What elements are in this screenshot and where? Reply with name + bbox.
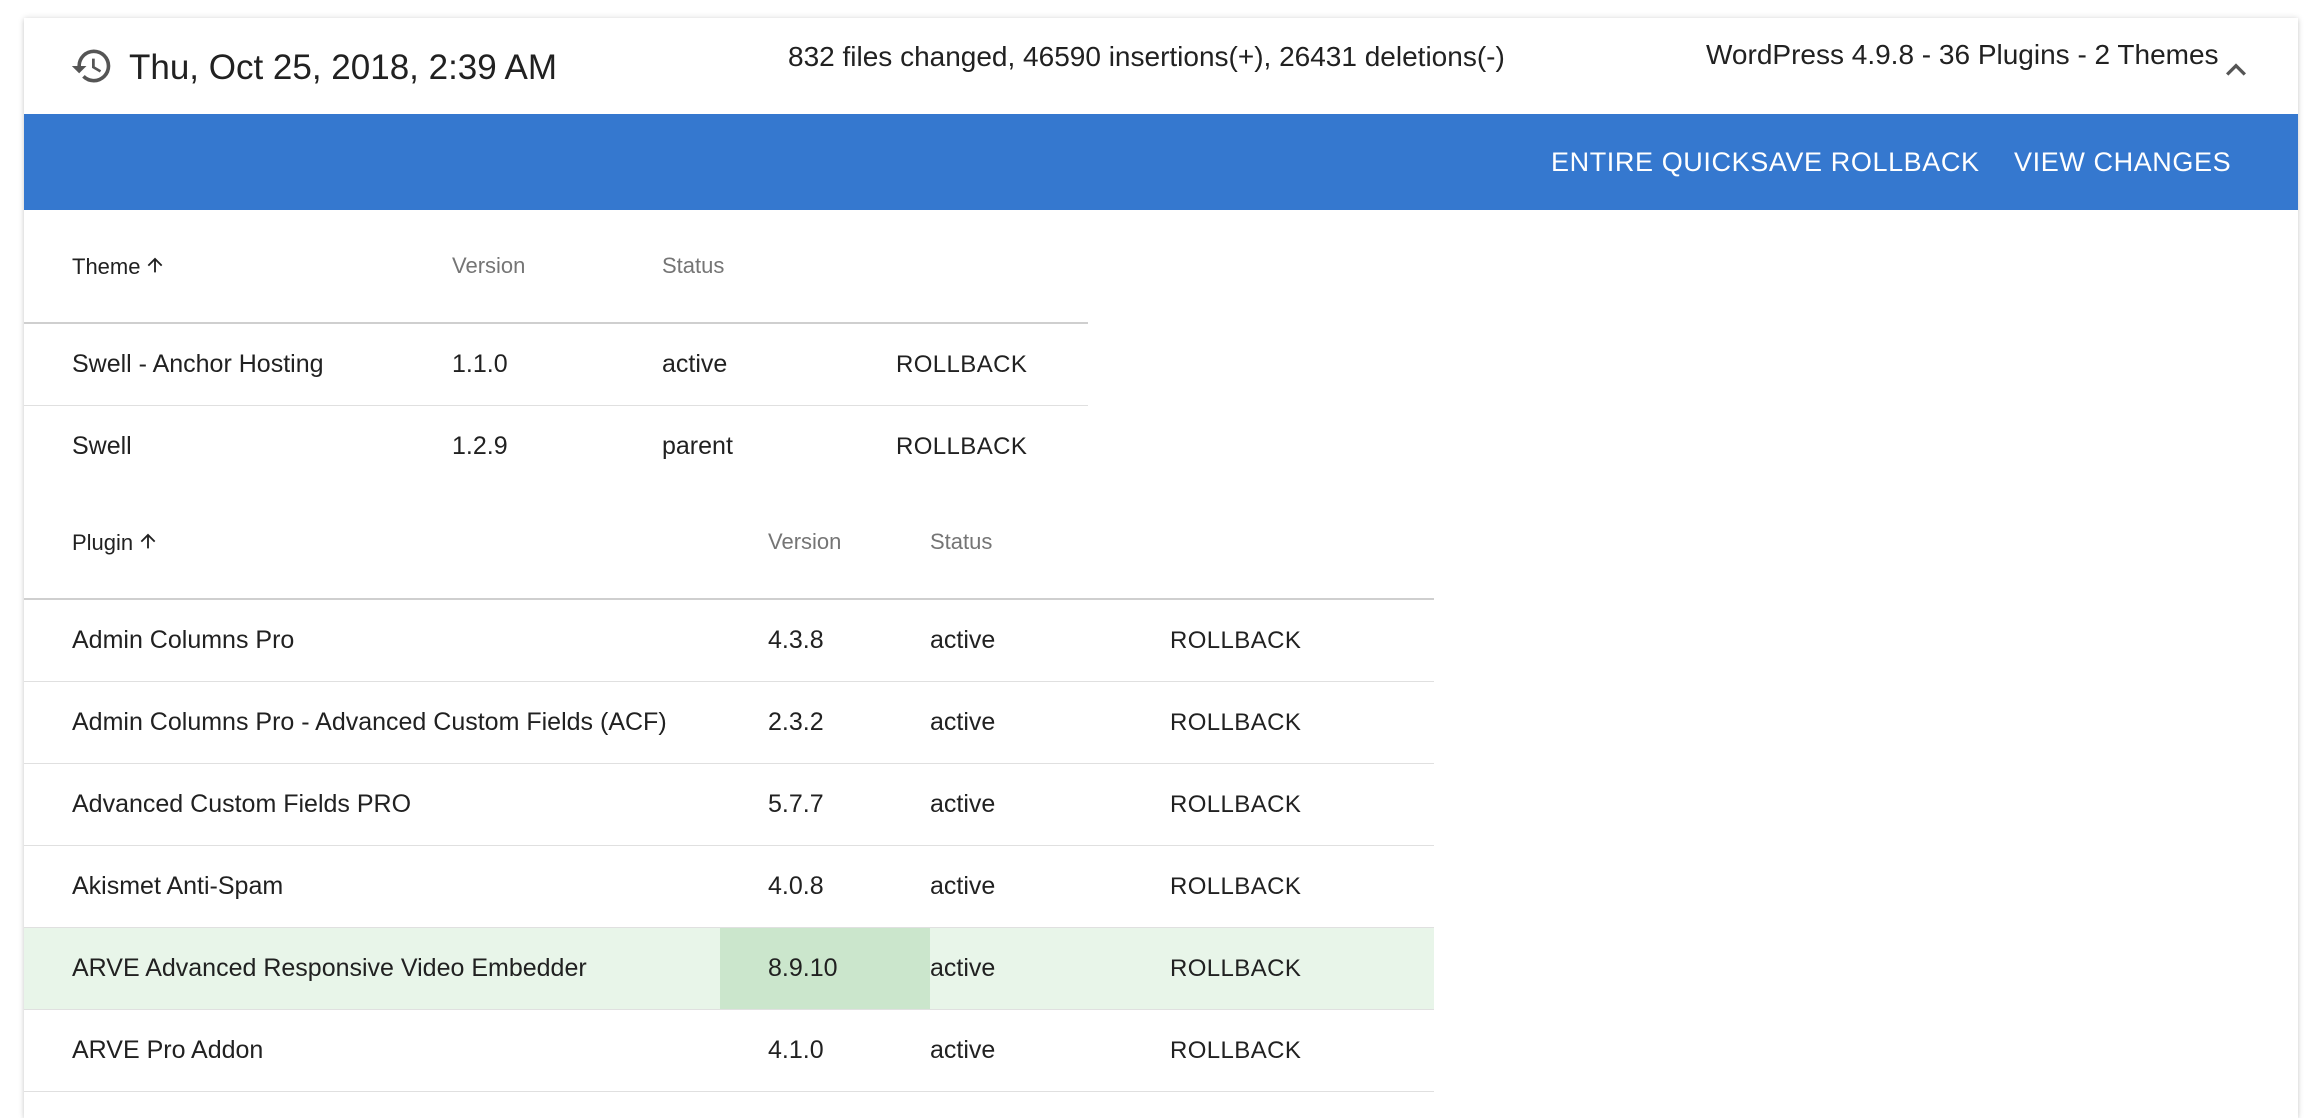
plugin-status: active [930, 599, 1170, 682]
plugin-name: ARVE Advanced Responsive Video Embedder [24, 927, 720, 1010]
entire-quicksave-rollback-button[interactable]: ENTIRE QUICKSAVE ROLLBACK [1551, 114, 1980, 210]
theme-version: 1.1.0 [452, 323, 662, 406]
plugin-name: ARVE Pro Addon [24, 1009, 720, 1092]
chevron-up-icon[interactable] [2216, 50, 2256, 90]
view-changes-button[interactable]: VIEW CHANGES [2014, 114, 2231, 210]
theme-action-cell: ROLLBACK [896, 406, 1088, 488]
rollback-button[interactable]: ROLLBACK [1170, 627, 1301, 654]
table-row: Akismet Anti-Spam 4.0.8 active ROLLBACK [24, 845, 1434, 928]
theme-status-header: Status [662, 210, 896, 324]
theme-status: active [662, 323, 896, 406]
plugin-version: 2.3.2 [720, 681, 930, 764]
quicksave-header: Thu, Oct 25, 2018, 2:39 AM 832 files cha… [24, 18, 2298, 114]
plugin-status: active [930, 1009, 1170, 1092]
plugin-action-cell: ROLLBACK [1170, 845, 1434, 928]
theme-status: parent [662, 432, 733, 460]
plugin-name: Admin Columns Pro - Advanced Custom Fiel… [24, 681, 720, 764]
plugin-status: active [930, 927, 1170, 1010]
plugins-header-row: Plugin Version Status [24, 486, 1434, 600]
plugin-action-header [1170, 486, 1434, 600]
themes-table: Theme Version Status Swell - Anchor Host… [24, 210, 1088, 487]
rollback-button[interactable]: ROLLBACK [1170, 873, 1301, 900]
plugin-status: active [930, 681, 1170, 764]
theme-action-header [896, 210, 1088, 324]
rollback-button[interactable]: ROLLBACK [1170, 1037, 1301, 1064]
arrow-up-icon [137, 529, 159, 553]
plugin-action-cell: ROLLBACK [1170, 763, 1434, 846]
rollback-button[interactable]: ROLLBACK [896, 433, 1027, 460]
plugins-table: Plugin Version Status Admin Columns Pro … [24, 486, 1434, 1092]
plugin-version: 4.3.8 [720, 599, 930, 682]
table-row: Swell 1.2.9 parent ROLLBACK [24, 406, 1088, 488]
theme-column-header[interactable]: Theme [24, 210, 452, 324]
theme-version-header: Version [452, 210, 662, 324]
arrow-up-icon [144, 253, 166, 277]
plugin-version: 4.0.8 [720, 845, 930, 928]
wordpress-summary: WordPress 4.9.8 - 36 Plugins - 2 Themes [1706, 39, 2219, 70]
table-row: Admin Columns Pro - Advanced Custom Fiel… [24, 681, 1434, 764]
plugin-name: Advanced Custom Fields PRO [24, 763, 720, 846]
plugin-column-header[interactable]: Plugin [24, 486, 720, 600]
quicksave-date: Thu, Oct 25, 2018, 2:39 AM [129, 48, 558, 87]
theme-version: 1.2.9 [452, 432, 508, 460]
rollback-button[interactable]: ROLLBACK [1170, 955, 1301, 982]
plugin-status: active [930, 763, 1170, 846]
quicksave-card: Thu, Oct 25, 2018, 2:39 AM 832 files cha… [24, 18, 2298, 1118]
plugin-version-changed: 8.9.10 [720, 927, 930, 1010]
themes-header-row: Theme Version Status [24, 210, 1088, 324]
rollback-button[interactable]: ROLLBACK [1170, 791, 1301, 818]
table-row: ARVE Pro Addon 4.1.0 active ROLLBACK [24, 1009, 1434, 1092]
rollback-button[interactable]: ROLLBACK [1170, 709, 1301, 736]
table-row: Advanced Custom Fields PRO 5.7.7 active … [24, 763, 1434, 846]
table-row: Swell - Anchor Hosting 1.1.0 active ROLL… [24, 323, 1088, 406]
table-row: Admin Columns Pro 4.3.8 active ROLLBACK [24, 599, 1434, 682]
plugin-status: active [930, 845, 1170, 928]
change-stats: 832 files changed, 46590 insertions(+), … [788, 41, 1505, 72]
plugin-action-cell: ROLLBACK [1170, 927, 1434, 1010]
theme-column-label: Theme [72, 253, 141, 279]
plugin-name: Akismet Anti-Spam [24, 845, 720, 928]
plugin-version: 4.1.0 [720, 1009, 930, 1092]
action-toolbar: ENTIRE QUICKSAVE ROLLBACK VIEW CHANGES [24, 114, 2298, 210]
theme-name: Swell - Anchor Hosting [24, 323, 452, 406]
theme-action-cell: ROLLBACK [896, 323, 1088, 406]
table-row-highlighted: ARVE Advanced Responsive Video Embedder … [24, 927, 1434, 1010]
plugin-action-cell: ROLLBACK [1170, 681, 1434, 764]
plugin-column-label: Plugin [72, 529, 134, 555]
plugin-name: Admin Columns Pro [24, 599, 720, 682]
rollback-button[interactable]: ROLLBACK [896, 351, 1027, 378]
plugin-action-cell: ROLLBACK [1170, 599, 1434, 682]
plugin-version-header: Version [720, 486, 930, 600]
theme-name: Swell [72, 432, 132, 460]
history-icon [70, 44, 114, 88]
plugin-action-cell: ROLLBACK [1170, 1009, 1434, 1092]
plugin-version: 5.7.7 [720, 763, 930, 846]
plugin-status-header: Status [930, 486, 1170, 600]
